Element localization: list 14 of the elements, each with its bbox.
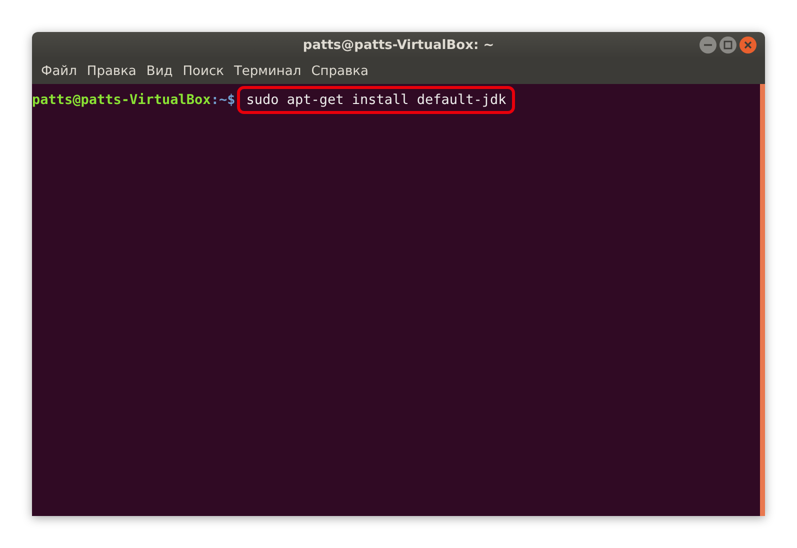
prompt-path: :~$ — [210, 92, 236, 108]
minimize-icon[interactable] — [699, 36, 717, 54]
menu-item[interactable]: Терминал — [228, 64, 306, 78]
menu-item[interactable]: Поиск — [178, 64, 229, 78]
menu-item[interactable]: Вид — [141, 64, 178, 78]
command-text: sudo apt-get install default-jdk — [237, 86, 516, 114]
window-title: patts@patts-VirtualBox: ~ — [302, 38, 494, 52]
close-icon[interactable] — [739, 36, 757, 54]
prompt-user: patts@patts-VirtualBox — [32, 92, 211, 108]
maximize-icon[interactable] — [719, 36, 737, 54]
menu-item[interactable]: Справка — [306, 64, 374, 78]
menu-item[interactable]: Файл — [36, 64, 82, 78]
menu-item[interactable]: Правка — [82, 64, 142, 78]
scrollbar[interactable] — [760, 84, 765, 516]
